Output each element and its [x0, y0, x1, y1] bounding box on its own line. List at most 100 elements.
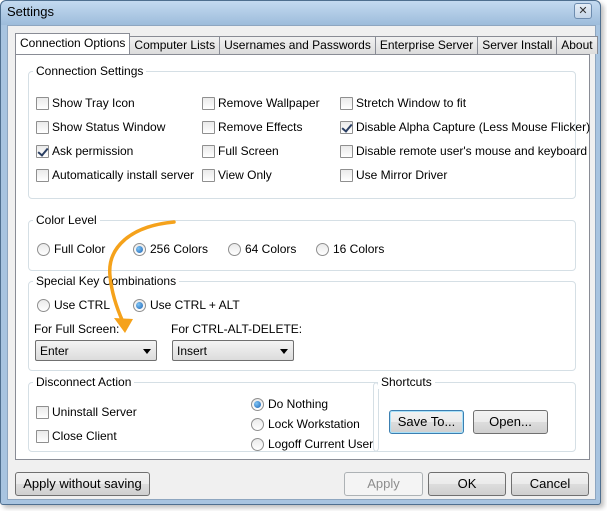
- select-value: Insert: [177, 344, 208, 358]
- checkbox-label: Disable remote user's mouse and keyboard: [356, 144, 588, 158]
- chevron-down-icon: [280, 349, 288, 354]
- stretch-window-checkbox[interactable]: Stretch Window to fit: [340, 95, 466, 111]
- group-title: Disconnect Action: [33, 375, 135, 389]
- radio-label: Logoff Current User: [268, 437, 374, 451]
- chevron-down-icon: [143, 349, 151, 354]
- title-bar[interactable]: Settings ✕: [1, 1, 600, 25]
- lock-workstation-radio[interactable]: Lock Workstation: [251, 416, 360, 432]
- cancel-button[interactable]: Cancel: [511, 472, 589, 496]
- tab-server-install[interactable]: Server Install: [477, 36, 558, 54]
- checkbox-label: Full Screen: [218, 144, 279, 158]
- uninstall-server-checkbox[interactable]: Uninstall Server: [36, 404, 137, 420]
- checkbox-label: Use Mirror Driver: [356, 168, 448, 182]
- checkbox-label: Automatically install server: [52, 168, 195, 182]
- group-title: Color Level: [33, 213, 100, 227]
- window-title: Settings: [7, 4, 54, 19]
- disable-alpha-capture-checkbox[interactable]: Disable Alpha Capture (Less Mouse Flicke…: [340, 119, 590, 135]
- checkbox-box: [202, 96, 215, 110]
- full-screen-checkbox[interactable]: Full Screen: [202, 143, 279, 159]
- full-color-radio[interactable]: Full Color: [37, 241, 105, 257]
- color-level-group: Color Level Full Color 256 Colors 64 Col…: [28, 213, 576, 271]
- checkbox-box: [340, 96, 353, 110]
- radio-label: Use CTRL: [54, 298, 111, 312]
- tab-about[interactable]: About: [556, 36, 598, 54]
- tab-usernames-and-passwords[interactable]: Usernames and Passwords: [219, 36, 376, 54]
- select-value: Enter: [40, 344, 69, 358]
- radio-label: 64 Colors: [245, 242, 297, 256]
- checkbox-box: [202, 120, 215, 134]
- checkbox-box: [36, 405, 49, 419]
- save-to-button[interactable]: Save To...: [389, 410, 464, 434]
- tab-enterprise-server[interactable]: Enterprise Server: [374, 36, 479, 54]
- 64-colors-radio[interactable]: 64 Colors: [228, 241, 296, 257]
- view-only-checkbox[interactable]: View Only: [202, 167, 272, 183]
- 256-colors-radio[interactable]: 256 Colors: [133, 241, 208, 257]
- close-button[interactable]: ✕: [574, 3, 592, 19]
- tab-computer-lists[interactable]: Computer Lists: [129, 36, 221, 54]
- ask-permission-checkbox[interactable]: Ask permission: [36, 143, 133, 159]
- radio-dot: [133, 242, 146, 256]
- checkbox-box: [340, 144, 353, 158]
- remove-effects-checkbox[interactable]: Remove Effects: [202, 119, 302, 135]
- connection-settings-group: Connection Settings Show Tray Icon Show …: [28, 64, 590, 199]
- checkbox-label: Remove Effects: [218, 120, 303, 134]
- radio-label: 16 Colors: [333, 242, 385, 256]
- radio-dot: [251, 397, 264, 411]
- tab-strip: Connection Options Computer Lists Userna…: [15, 33, 598, 54]
- group-title: Shortcuts: [378, 375, 435, 389]
- apply-button[interactable]: Apply: [344, 472, 423, 496]
- show-status-window-checkbox[interactable]: Show Status Window: [36, 119, 165, 135]
- checkbox-label: Uninstall Server: [52, 405, 137, 419]
- auto-install-server-checkbox[interactable]: Automatically install server: [36, 167, 194, 183]
- checkbox-box: [202, 144, 215, 158]
- checkbox-box: [36, 168, 49, 182]
- checkbox-box: [36, 120, 49, 134]
- ctrl-alt-delete-key-select[interactable]: Insert: [172, 340, 294, 361]
- group-title: Connection Settings: [33, 64, 147, 78]
- checkbox-label: Stretch Window to fit: [356, 96, 467, 110]
- open-button[interactable]: Open...: [473, 410, 548, 434]
- shortcuts-group: Shortcuts Save To... Open...: [373, 375, 576, 452]
- checkbox-box: [36, 96, 49, 110]
- radio-dot: [133, 298, 146, 312]
- radio-label: Full Color: [54, 242, 106, 256]
- checkbox-label: Remove Wallpaper: [218, 96, 320, 110]
- disconnect-action-group: Disconnect Action Uninstall Server Close…: [28, 375, 379, 452]
- radio-label: Do Nothing: [268, 397, 329, 411]
- close-client-checkbox[interactable]: Close Client: [36, 428, 117, 444]
- full-screen-key-select[interactable]: Enter: [35, 340, 157, 361]
- use-ctrl-alt-radio[interactable]: Use CTRL + ALT: [133, 297, 240, 313]
- checkbox-label: View Only: [218, 168, 272, 182]
- special-keys-group: Special Key Combinations Use CTRL Use CT…: [28, 274, 576, 371]
- remove-wallpaper-checkbox[interactable]: Remove Wallpaper: [202, 95, 320, 111]
- checkbox-box: [36, 429, 49, 443]
- checkbox-box: [202, 168, 215, 182]
- do-nothing-radio[interactable]: Do Nothing: [251, 396, 328, 412]
- use-mirror-driver-checkbox[interactable]: Use Mirror Driver: [340, 167, 447, 183]
- radio-label: Use CTRL + ALT: [150, 298, 240, 312]
- dialog-client: Connection Options Computer Lists Userna…: [7, 25, 598, 500]
- checkbox-label: Show Status Window: [52, 120, 166, 134]
- settings-window: Settings ✕ Connection Options Computer L…: [0, 0, 601, 505]
- 16-colors-radio[interactable]: 16 Colors: [316, 241, 384, 257]
- group-title: Special Key Combinations: [33, 274, 180, 288]
- close-icon: ✕: [578, 5, 588, 17]
- radio-dot: [37, 298, 50, 312]
- logoff-current-user-radio[interactable]: Logoff Current User: [251, 436, 373, 452]
- radio-dot: [316, 242, 329, 256]
- radio-label: Lock Workstation: [268, 417, 360, 431]
- checkbox-box: [36, 144, 49, 158]
- tab-connection-options[interactable]: Connection Options: [15, 33, 131, 54]
- apply-without-saving-button[interactable]: Apply without saving: [15, 472, 150, 496]
- checkbox-box: [340, 168, 353, 182]
- radio-dot: [37, 242, 50, 256]
- full-screen-key-label: For Full Screen:: [34, 322, 120, 336]
- use-ctrl-radio[interactable]: Use CTRL: [37, 297, 110, 313]
- ok-button[interactable]: OK: [428, 472, 506, 496]
- checkbox-label: Ask permission: [52, 144, 134, 158]
- checkbox-label: Show Tray Icon: [52, 96, 135, 110]
- connection-options-panel: Connection Settings Show Tray Icon Show …: [15, 54, 590, 460]
- show-tray-icon-checkbox[interactable]: Show Tray Icon: [36, 95, 135, 111]
- disable-remote-input-checkbox[interactable]: Disable remote user's mouse and keyboard: [340, 143, 587, 159]
- radio-dot: [228, 242, 241, 256]
